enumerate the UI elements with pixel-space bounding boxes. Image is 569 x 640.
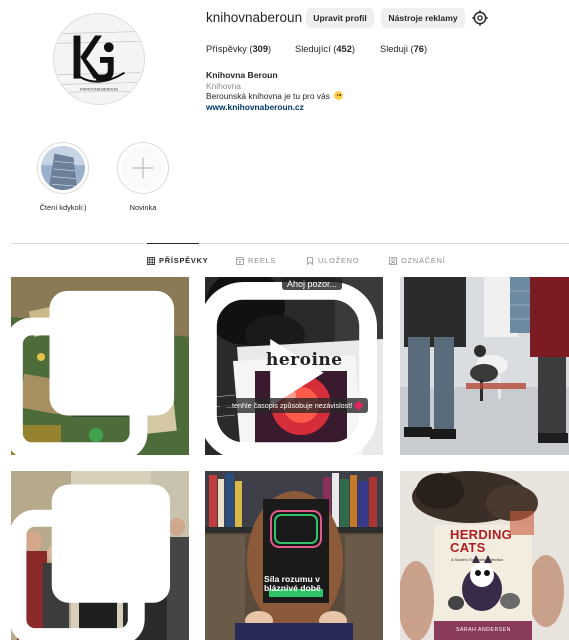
cat-book-image xyxy=(400,471,569,640)
tab-reels[interactable]: REELS xyxy=(236,256,276,265)
post-herding-cats[interactable] xyxy=(400,471,569,640)
followers-count-stat[interactable]: Sledující (452) xyxy=(295,44,355,54)
carousel-icon xyxy=(11,484,171,640)
tab-saved[interactable]: ULOŽENO xyxy=(306,256,359,265)
grid-icon xyxy=(147,256,155,265)
highlight-new-cover xyxy=(117,142,169,194)
plus-icon xyxy=(121,146,165,190)
tab-tagged[interactable]: OZNAČENÍ xyxy=(389,256,446,265)
bio-name: Knihovna Beroun xyxy=(206,70,278,80)
highlight-label: Čtení kdykoli:) xyxy=(39,203,87,212)
edit-profile-button[interactable]: Upravit profil xyxy=(306,8,374,28)
post-book-sila-rozumu[interactable] xyxy=(205,471,383,640)
bookmark-icon xyxy=(307,256,313,265)
tagged-user-icon xyxy=(389,256,397,265)
post-costume-event[interactable] xyxy=(11,471,189,640)
profile-avatar[interactable]: KNIHOVNA BEROUN xyxy=(53,13,145,105)
bookshelf-book-image xyxy=(205,471,383,640)
tab-posts[interactable]: PŘÍSPĚVKY xyxy=(147,256,209,265)
highlight-cteni-kdykoli[interactable]: Čtení kdykoli:) xyxy=(28,142,98,212)
profile-username: knihovnaberoun xyxy=(206,10,303,25)
reels-icon xyxy=(236,256,244,265)
highlight-building-image xyxy=(41,146,85,190)
highlight-cover xyxy=(37,142,89,194)
following-count-stat[interactable]: Sleduji (76) xyxy=(380,44,427,54)
library-logo: KNIHOVNA BEROUN xyxy=(54,14,144,104)
post-board-game[interactable] xyxy=(11,277,189,455)
bio-category: Knihovna xyxy=(206,81,241,91)
settings-gear-icon[interactable] xyxy=(472,10,488,26)
smiley-emoji-icon xyxy=(334,91,344,100)
ad-tools-button[interactable]: Nástroje reklamy xyxy=(381,8,465,28)
bio-text: Berounská knihovna je tu pro vás xyxy=(206,91,344,101)
library-goat-image xyxy=(400,277,569,455)
bio-website-link[interactable]: www.knihovnaberoun.cz xyxy=(206,102,304,112)
post-caption-bubble: ...tenhle časopis způsobuje nezávislost! xyxy=(220,398,369,413)
tabs-divider xyxy=(11,243,569,244)
carousel-icon xyxy=(11,290,175,455)
heart-emoji-icon xyxy=(353,400,364,411)
post-heroine-magazine[interactable] xyxy=(205,277,383,455)
highlight-label: Novinka xyxy=(129,203,157,212)
highlight-new[interactable]: Novinka xyxy=(108,142,178,212)
svg-text:KNIHOVNA BEROUN: KNIHOVNA BEROUN xyxy=(80,86,118,91)
posts-count-stat: Příspěvky (309) xyxy=(206,44,272,54)
active-tab-indicator xyxy=(147,243,199,244)
reel-clip-icon xyxy=(205,282,377,455)
post-library-goat[interactable] xyxy=(400,277,569,455)
